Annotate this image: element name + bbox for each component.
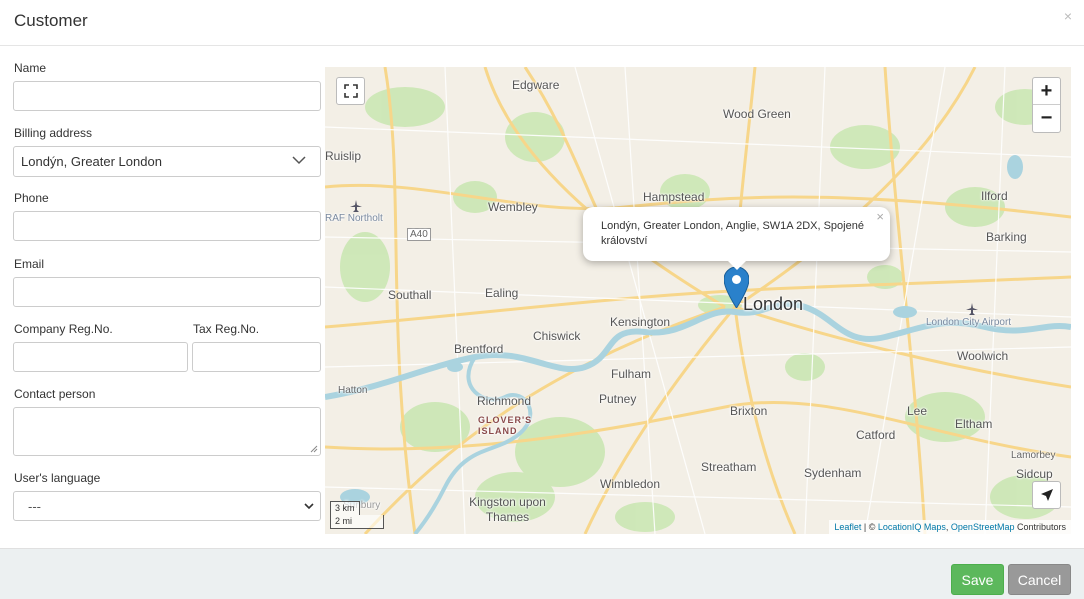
chevron-down-icon (292, 156, 306, 165)
map-label-wood-green: Wood Green (723, 107, 791, 121)
map-attribution: Leaflet | © LocationIQ Maps, OpenStreetM… (829, 520, 1071, 534)
billing-address-label: Billing address (14, 126, 93, 140)
map-label-sidcup: Sidcup (1016, 467, 1053, 481)
map-label-a40: A40 (407, 228, 431, 241)
company-reg-input[interactable] (13, 342, 188, 372)
zoom-in-button[interactable]: + (1033, 78, 1060, 105)
map-label-hatton: Hatton (338, 385, 368, 396)
scale-mi: 2 mi (330, 515, 384, 529)
map-label-catford: Catford (856, 428, 896, 442)
map-label-ealing: Ealing (485, 286, 519, 300)
map-label-kingston: Kingston upon Thames (469, 495, 546, 524)
language-value: --- (28, 498, 41, 514)
map-label-streatham: Streatham (701, 460, 757, 474)
map-label-london-city-airport: London City Airport (926, 317, 1012, 328)
map-label-fulham: Fulham (611, 367, 652, 381)
billing-address-value: Londýn, Greater London (21, 154, 162, 169)
contact-person-label: Contact person (14, 387, 96, 401)
map-label-lee: Lee (907, 404, 928, 418)
fullscreen-icon (343, 84, 358, 98)
map-popup: Londýn, Greater London, Anglie, SW1A 2DX… (583, 207, 890, 270)
map-label-london: London (743, 294, 804, 314)
locationiq-link[interactable]: LocationIQ Maps (878, 522, 946, 532)
popup-text: Londýn, Greater London, Anglie, SW1A 2DX… (601, 220, 864, 247)
tax-reg-input[interactable] (192, 342, 321, 372)
dialog-header: Customer × (0, 0, 1084, 46)
map-label-wimbledon: Wimbledon (600, 477, 661, 491)
zoom-control: + − (1032, 77, 1061, 133)
map-label-hampstead: Hampstead (643, 190, 705, 204)
email-input[interactable] (13, 277, 321, 307)
airport-icon (350, 200, 362, 212)
resize-grip-icon[interactable] (310, 445, 318, 453)
attribution-contributors: Contributors (1014, 522, 1066, 532)
map-label-woolwich: Woolwich (957, 349, 1009, 363)
close-icon[interactable]: × (1064, 8, 1072, 24)
map-label-ruislip: Ruislip (325, 149, 362, 163)
map-label-brixton: Brixton (730, 404, 768, 418)
map-label-richmond: Richmond (477, 394, 532, 408)
map-label-chiswick: Chiswick (533, 329, 581, 343)
scale-km: 3 km (330, 501, 360, 515)
popup-close-icon[interactable]: × (876, 209, 884, 224)
language-select[interactable]: --- (13, 491, 321, 521)
cancel-button[interactable]: Cancel (1008, 564, 1071, 595)
map-label-ilford: Ilford (981, 189, 1008, 203)
navigation-arrow-icon (1040, 489, 1053, 501)
chevron-down-icon (304, 503, 314, 510)
phone-label: Phone (14, 191, 49, 205)
map-label-raf-northolt: RAF Northolt (325, 213, 383, 224)
fullscreen-button[interactable] (336, 77, 365, 105)
tax-reg-label: Tax Reg.No. (193, 322, 260, 336)
location-marker-icon[interactable] (724, 267, 749, 308)
dialog-title: Customer (14, 11, 88, 30)
contact-person-textarea[interactable] (13, 407, 321, 456)
map-scale: 3 km 2 mi (330, 501, 384, 529)
map-label-eltham: Eltham (955, 417, 993, 431)
save-button[interactable]: Save (951, 564, 1004, 595)
map-label-edgware: Edgware (512, 78, 560, 92)
email-label: Email (14, 257, 45, 271)
map-label-putney: Putney (599, 392, 637, 406)
attribution-separator: | © (861, 522, 878, 532)
popup-tip (728, 261, 746, 270)
map-view[interactable]: Edgware Wood Green Ruislip Hampstead Wem… (325, 67, 1071, 534)
language-label: User's language (14, 471, 101, 485)
map-tiles (325, 67, 1071, 534)
airport-icon (966, 303, 978, 315)
map-label-southall: Southall (388, 288, 432, 302)
locate-button[interactable] (1032, 481, 1061, 509)
phone-input[interactable] (13, 211, 321, 241)
dialog-footer: Save Cancel (0, 548, 1084, 599)
billing-address-select[interactable]: Londýn, Greater London (13, 146, 321, 177)
map-label-wembley: Wembley (488, 200, 538, 214)
map-label-glovers-island: GLOVER'S ISLAND (478, 415, 533, 436)
map-label-brentford: Brentford (454, 342, 504, 356)
map-label-barking: Barking (986, 230, 1027, 244)
osm-link[interactable]: OpenStreetMap (951, 522, 1015, 532)
zoom-out-button[interactable]: − (1033, 105, 1060, 132)
map-label-lamorbey: Lamorbey (1011, 450, 1056, 461)
map-label-sydenham: Sydenham (804, 466, 862, 480)
name-input[interactable] (13, 81, 321, 111)
leaflet-link[interactable]: Leaflet (834, 522, 861, 532)
name-label: Name (14, 61, 47, 75)
company-reg-label: Company Reg.No. (14, 322, 113, 336)
map-label-kensington: Kensington (610, 315, 671, 329)
